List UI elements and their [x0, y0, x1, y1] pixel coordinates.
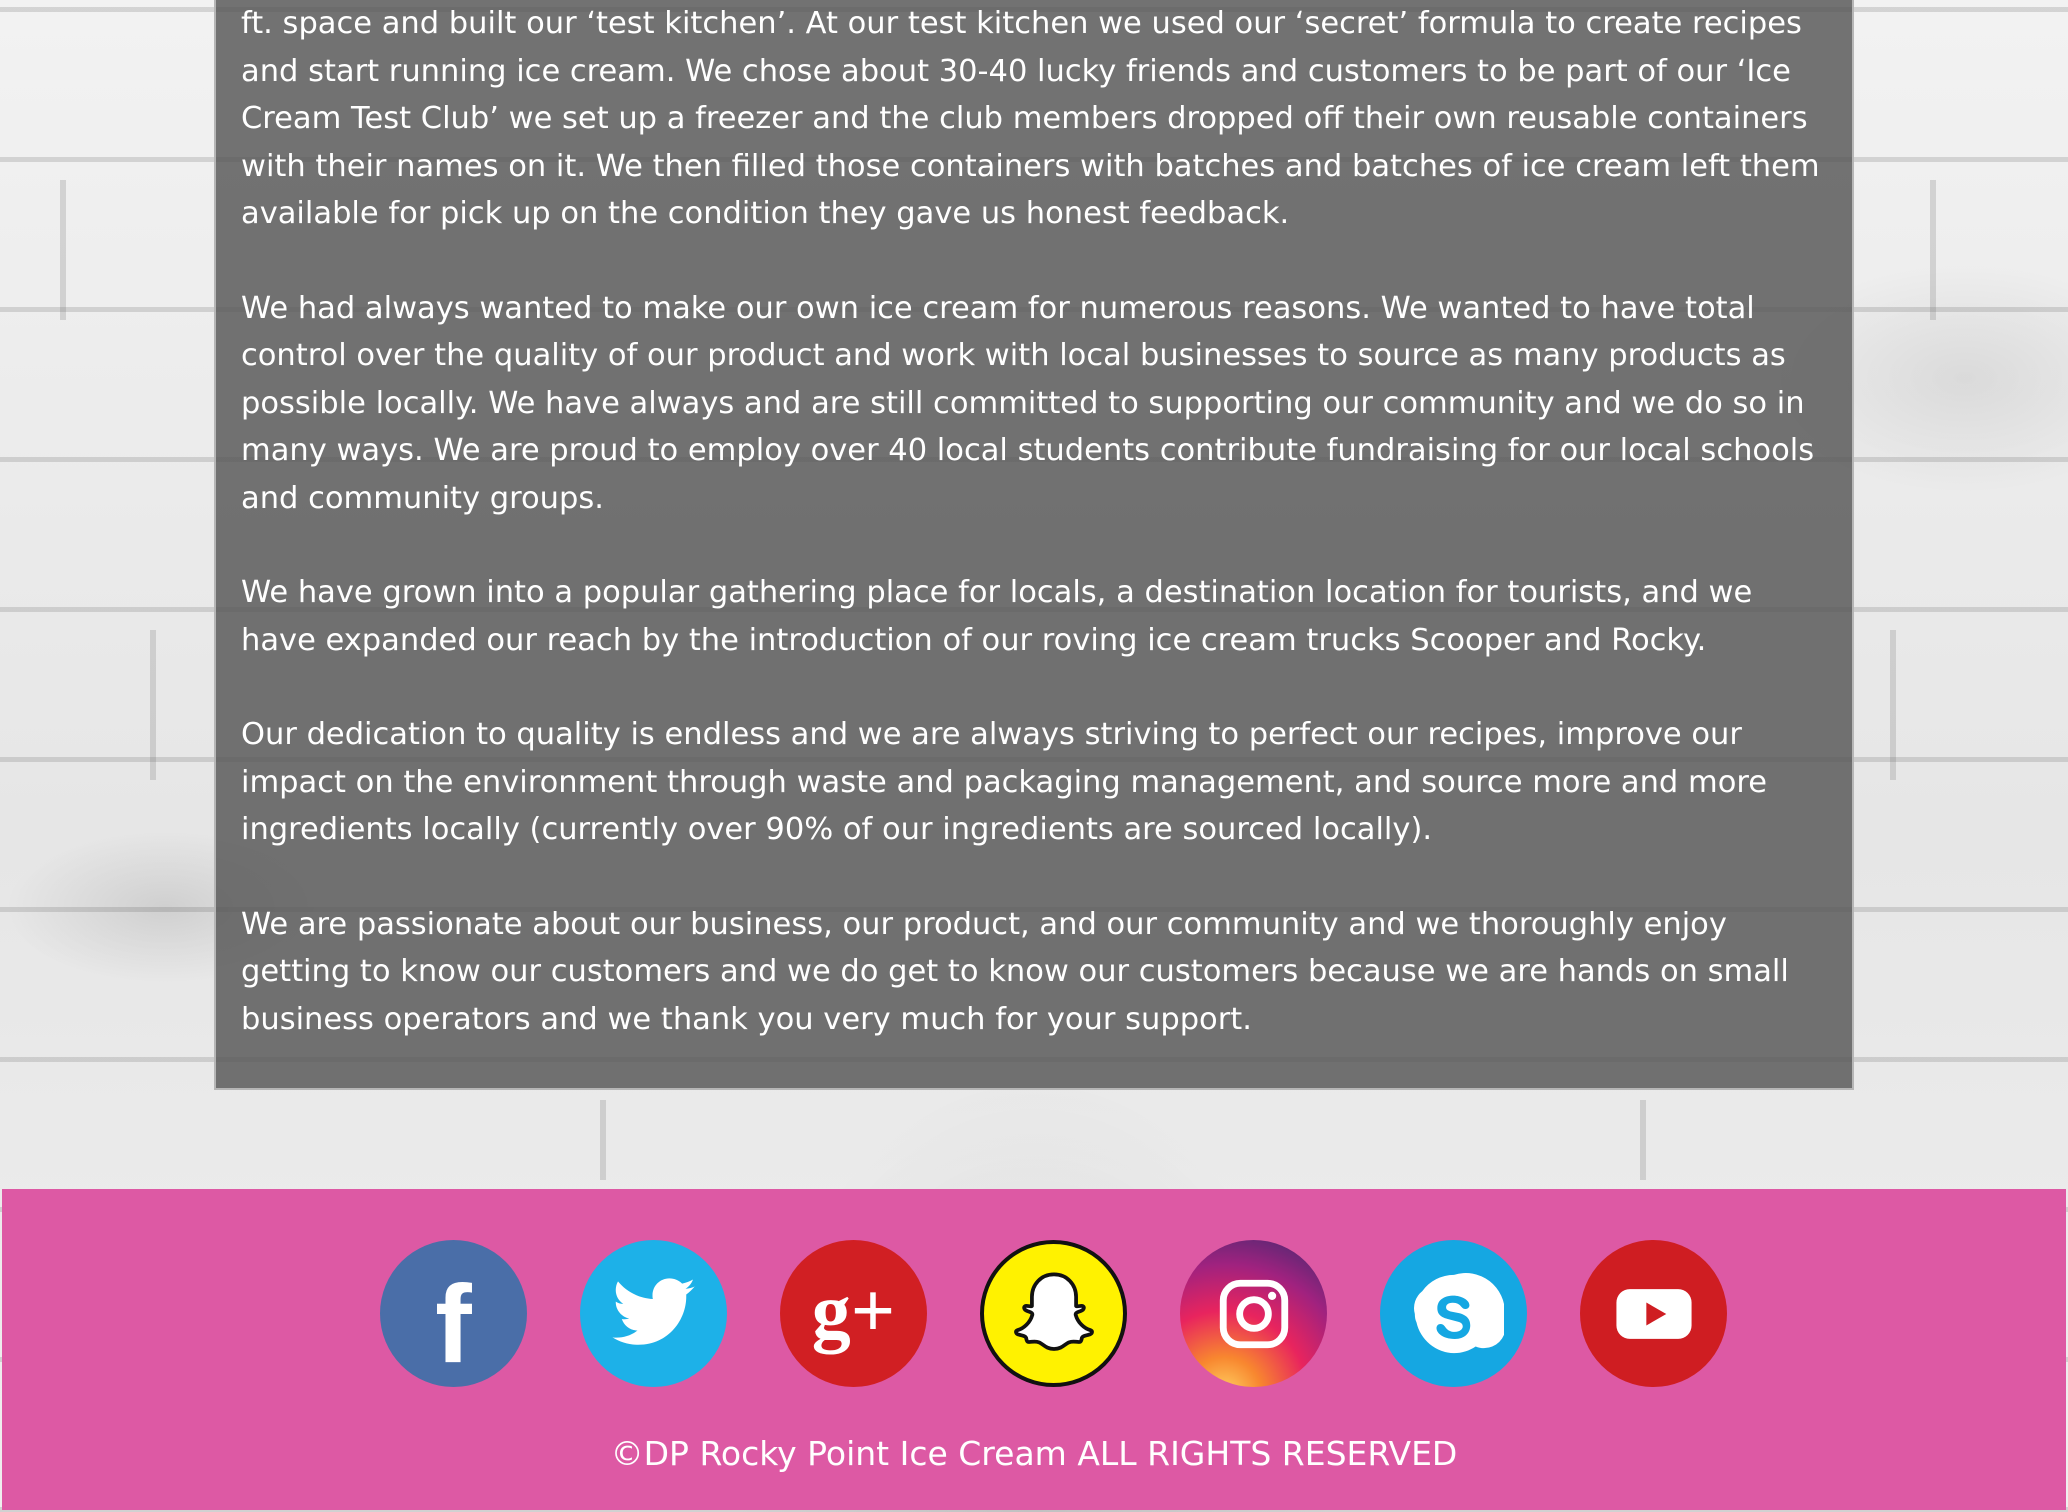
about-paragraph: Our dedication to quality is endless and…: [241, 717, 1767, 847]
about-paragraph: We have grown into a popular gathering p…: [241, 575, 1753, 658]
google-plus-icon[interactable]: g+: [780, 1240, 927, 1387]
brick-seam: [1930, 180, 1936, 320]
youtube-play-glyph: [1615, 1288, 1692, 1339]
brick-seam: [1890, 630, 1896, 780]
skype-s-glyph: [1413, 1272, 1504, 1353]
snapchat-ghost-glyph: [1013, 1272, 1094, 1351]
instagram-icon[interactable]: [1180, 1240, 1327, 1387]
facebook-glyph: f: [435, 1262, 472, 1386]
brick-seam: [60, 180, 66, 320]
twitter-bird-glyph: [611, 1277, 695, 1345]
skype-icon[interactable]: [1380, 1240, 1527, 1387]
about-paragraph: We had always wanted to make our own ice…: [241, 290, 1815, 516]
brick-seam: [1640, 1100, 1646, 1180]
social-links: f g+: [380, 1240, 1727, 1387]
snapchat-icon[interactable]: [980, 1240, 1127, 1387]
about-paragraph: ft. space and built our ‘test kitchen’. …: [241, 6, 1820, 231]
youtube-icon[interactable]: [1580, 1240, 1727, 1387]
twitter-icon[interactable]: [580, 1240, 727, 1387]
google-plus-glyph: g+: [811, 1266, 896, 1354]
facebook-icon[interactable]: f: [380, 1240, 527, 1387]
brick-seam: [150, 630, 156, 780]
about-content-panel: ft. space and built our ‘test kitchen’. …: [214, 0, 1854, 1090]
about-paragraph: We are passionate about our business, ou…: [241, 906, 1789, 1037]
instagram-camera-glyph: [1219, 1279, 1288, 1348]
copyright-text: ©DP Rocky Point Ice Cream ALL RIGHTS RES…: [610, 1434, 1458, 1473]
brick-seam: [600, 1100, 606, 1180]
site-footer: f g+ ©DP Rocky Point Ice Cream ALL RIGHT…: [2, 1189, 2066, 1510]
